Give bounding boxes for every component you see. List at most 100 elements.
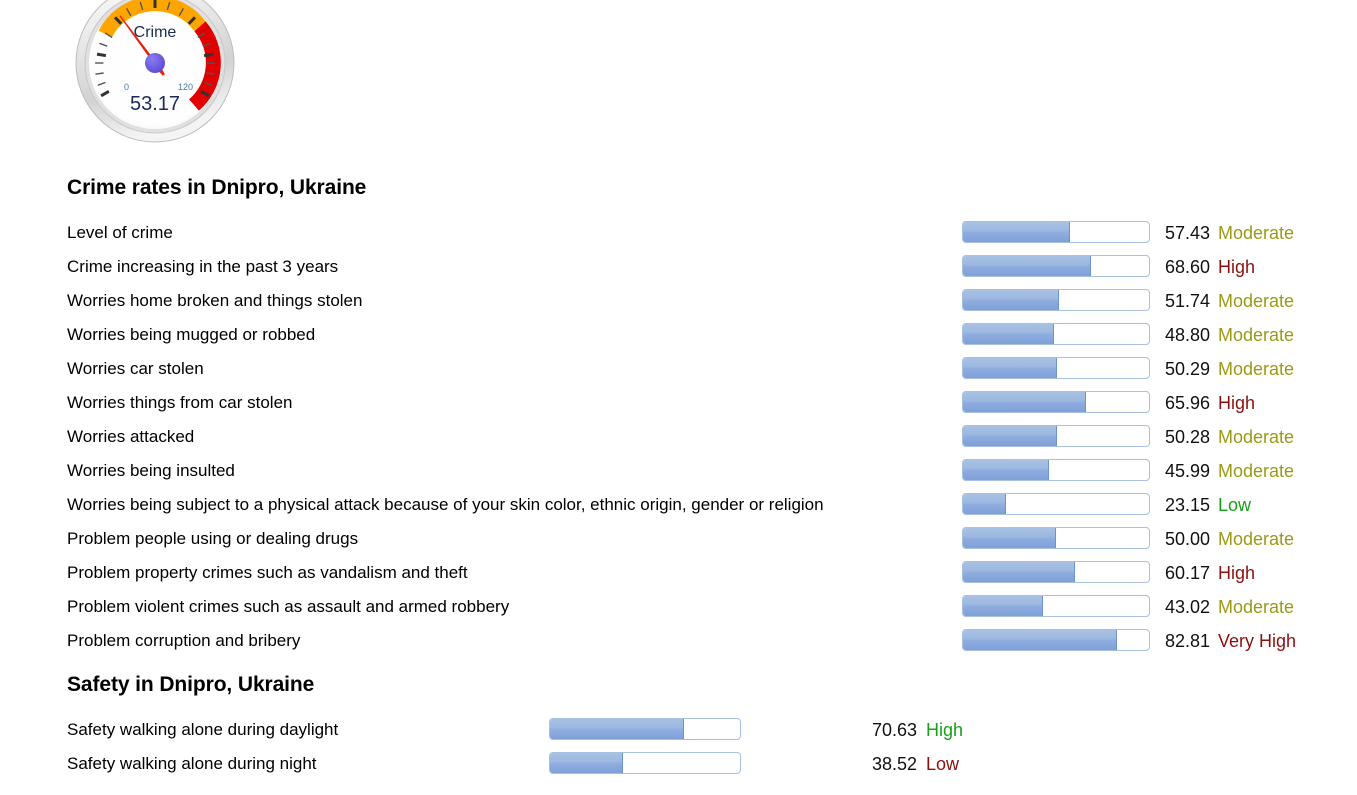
status-badge: High	[1218, 563, 1256, 583]
status-badge: High	[926, 720, 964, 740]
status-badge: Low	[926, 754, 960, 774]
crime_section-value: 50.28	[1164, 427, 1210, 447]
crime-section-heading: Crime rates in Dnipro, Ukraine	[67, 176, 367, 199]
table-row: Crime increasing in the past 3 years 68.6…	[67, 252, 1352, 286]
safety_section-bar-fill	[550, 753, 624, 773]
table-row: Worries attacked 50.28 Moderate	[67, 422, 1352, 456]
table-row: Worries being insulted 45.99 Moderate	[67, 456, 1352, 490]
crime_section-label: Worries attacked	[67, 427, 195, 446]
crime_section-bar-fill	[963, 630, 1118, 650]
crime_section-label: Level of crime	[67, 223, 173, 242]
gauge-value: 53.17	[130, 93, 180, 115]
crime_section-bar-fill	[963, 528, 1056, 548]
crime_section-value: 60.17	[1164, 563, 1210, 583]
table-row: Worries car stolen 50.29 Moderate	[67, 354, 1352, 388]
table-row: Safety walking alone during daylight 70.6…	[67, 715, 1352, 749]
crime_section-value: 50.29	[1164, 359, 1210, 379]
crime_section-value: 68.60	[1164, 257, 1210, 277]
crime_section-value: 50.00	[1164, 529, 1210, 549]
table-row: Level of crime 57.43 Moderate	[67, 218, 1352, 252]
table-row: Worries things from car stolen 65.96 High	[67, 388, 1352, 422]
crime_section-value: 43.02	[1164, 597, 1210, 617]
crime_section-label: Worries things from car stolen	[67, 393, 293, 412]
crime_section-bar-fill	[963, 358, 1057, 378]
crime_section-label: Problem property crimes such as vandalis…	[67, 563, 468, 582]
crime-rates-table: Level of crime 57.43 Moderate Crime increas…	[67, 218, 1352, 660]
gauge-title: Crime	[134, 24, 177, 41]
table-row: Safety walking alone during night 38.52 Lo…	[67, 749, 1352, 783]
crime_section-value: 51.74	[1164, 291, 1210, 311]
crime_section-bar	[962, 459, 1150, 481]
crime_section-value: 48.80	[1164, 325, 1210, 345]
safety_section-bar	[549, 718, 741, 740]
status-badge: Moderate	[1218, 427, 1295, 447]
table-row: Problem corruption and bribery 82.81 Very …	[67, 626, 1352, 660]
crime-gauge-svg: 0 120 Crime 53.17	[75, 0, 235, 143]
safety-section-heading: Safety in Dnipro, Ukraine	[67, 673, 315, 696]
crime_section-bar	[962, 629, 1150, 651]
crime_section-label: Problem people using or dealing drugs	[67, 529, 359, 548]
crime_section-bar	[962, 289, 1150, 311]
status-badge: Moderate	[1218, 223, 1295, 243]
crime_section-label: Worries being subject to a physical atta…	[67, 495, 824, 514]
table-row: Problem property crimes such as vandalis…	[67, 558, 1352, 592]
status-badge: Low	[1218, 495, 1252, 515]
status-badge: High	[1218, 257, 1256, 277]
table-row: Worries being mugged or robbed 48.80 Moder…	[67, 320, 1352, 354]
status-badge: Moderate	[1218, 325, 1295, 345]
crime_section-bar-fill	[963, 392, 1086, 412]
crime_section-bar-fill	[963, 256, 1091, 276]
crime_section-bar	[962, 221, 1150, 243]
crime_section-bar-fill	[963, 222, 1070, 242]
crime_section-bar-fill	[963, 562, 1075, 582]
crime_section-label: Worries car stolen	[67, 359, 204, 378]
crime_section-bar	[962, 561, 1150, 583]
crime_section-bar	[962, 425, 1150, 447]
status-badge: Moderate	[1218, 359, 1295, 379]
crime_section-value: 57.43	[1164, 223, 1210, 243]
crime_section-label: Problem violent crimes such as assault a…	[67, 597, 510, 616]
status-badge: Moderate	[1218, 291, 1295, 311]
table-row: Problem people using or dealing drugs 50.…	[67, 524, 1352, 558]
crime_section-bar	[962, 527, 1150, 549]
crime_section-value: 45.99	[1164, 461, 1210, 481]
crime_section-label: Worries home broken and things stolen	[67, 291, 363, 310]
crime_section-bar	[962, 323, 1150, 345]
crime-gauge: 0 120 Crime 53.17	[74, 0, 236, 144]
crime_section-bar-fill	[963, 290, 1060, 310]
crime_section-bar-fill	[963, 494, 1007, 514]
crime_section-label: Problem corruption and bribery	[67, 631, 301, 650]
status-badge: Very High	[1218, 631, 1297, 651]
crime_section-bar	[962, 391, 1150, 413]
crime_section-bar-fill	[963, 324, 1054, 344]
gauge-hub	[145, 53, 165, 73]
crime_section-bar-fill	[963, 460, 1049, 480]
gauge-min-label: 0	[124, 82, 129, 92]
crime_section-label: Worries being insulted	[67, 461, 235, 480]
crime_section-bar-fill	[963, 596, 1044, 616]
crime_section-value: 23.15	[1164, 495, 1210, 515]
safety_section-value: 38.52	[871, 754, 917, 774]
table-row: Worries home broken and things stolen 51.…	[67, 286, 1352, 320]
crime_section-bar	[962, 595, 1150, 617]
crime_section-bar	[962, 357, 1150, 379]
status-badge: Moderate	[1218, 529, 1295, 549]
table-row: Problem violent crimes such as assault a…	[67, 592, 1352, 626]
crime_section-value: 65.96	[1164, 393, 1210, 413]
safety_section-label: Safety walking alone during night	[67, 754, 317, 773]
crime_section-bar	[962, 493, 1150, 515]
crime_section-value: 82.81	[1164, 631, 1210, 651]
crime_section-label: Worries being mugged or robbed	[67, 325, 316, 344]
crime_section-bar-fill	[963, 426, 1057, 446]
crime_section-label: Crime increasing in the past 3 years	[67, 257, 339, 276]
status-badge: High	[1218, 393, 1256, 413]
gauge-max-label: 120	[178, 82, 193, 92]
safety_section-bar-fill	[550, 719, 685, 739]
safety_section-bar	[549, 752, 741, 774]
status-badge: Moderate	[1218, 597, 1295, 617]
safety_section-value: 70.63	[871, 720, 917, 740]
status-badge: Moderate	[1218, 461, 1295, 481]
safety-rates-table: Safety walking alone during daylight 70.6…	[67, 715, 1352, 783]
safety_section-label: Safety walking alone during daylight	[67, 720, 339, 739]
crime_section-bar	[962, 255, 1150, 277]
